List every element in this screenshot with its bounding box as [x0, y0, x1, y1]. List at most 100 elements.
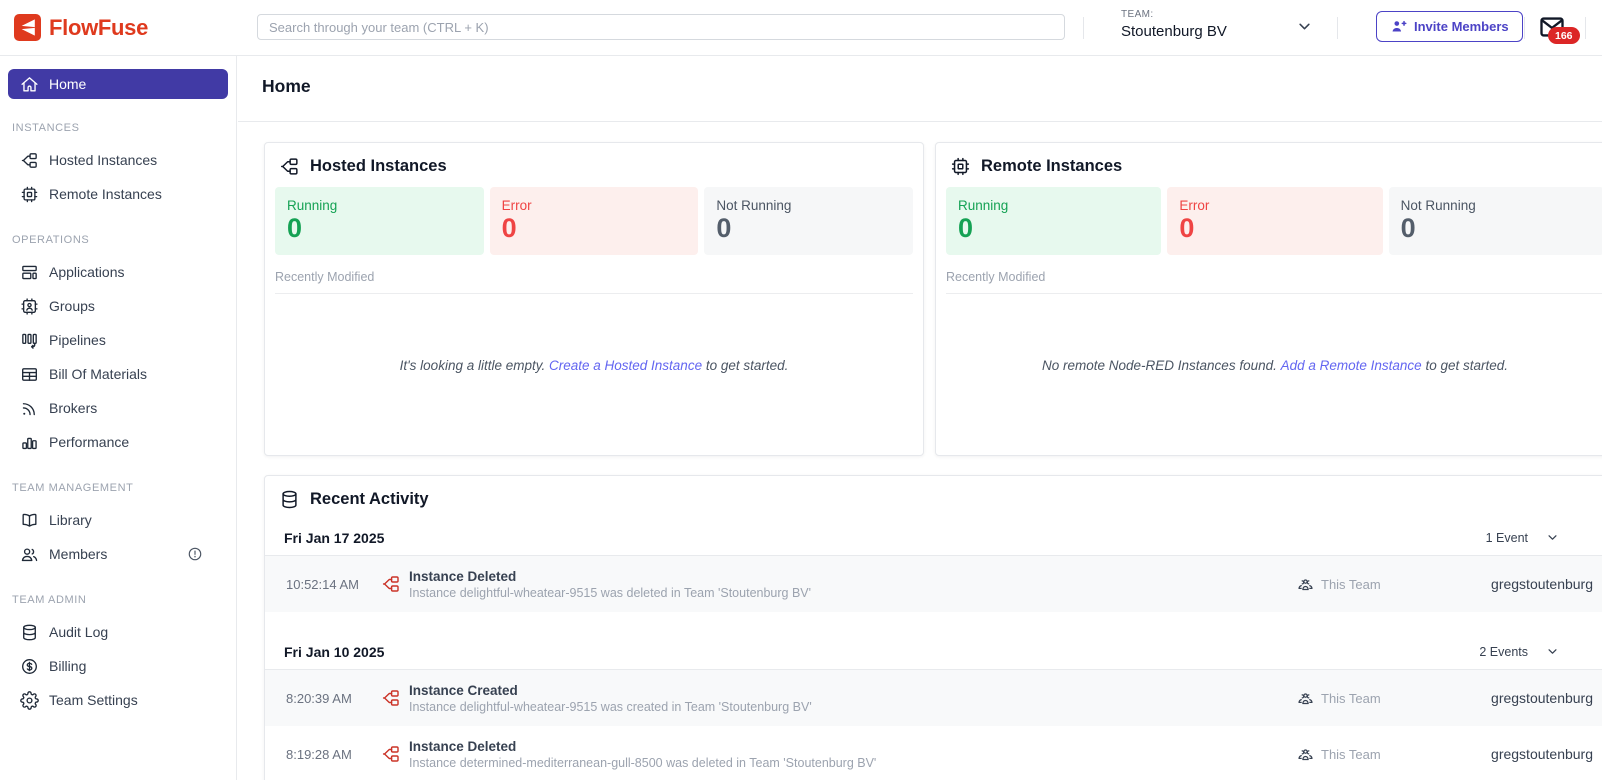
sidebar-item-label: Remote Instances [49, 186, 162, 202]
team-settings-icon [20, 690, 39, 710]
stat-not-running: Not Running 0 [1388, 187, 1602, 255]
event-scope-label: This Team [1321, 576, 1381, 592]
stat-value: 0 [716, 213, 732, 243]
event-description: Instance delightful-wheatear-9515 was de… [409, 585, 812, 600]
event-time: 8:19:28 AM [286, 746, 352, 762]
activity-event-row: 8:19:28 AM Instance Deleted Instance det… [265, 726, 1602, 780]
sidebar-item-label: Pipelines [49, 332, 106, 348]
sidebar-item-applications[interactable]: Applications [8, 255, 228, 289]
stat-label: Running [958, 198, 1009, 213]
sidebar-item-home[interactable]: Home [8, 69, 228, 99]
recently-modified-label: Recently Modified [275, 270, 913, 294]
event-scope-label: This Team [1321, 690, 1381, 706]
stat-error: Error 0 [489, 187, 699, 255]
team-selector[interactable]: TEAM: Stoutenburg BV [1121, 9, 1227, 40]
event-description: Instance determined-mediterranean-gull-8… [409, 755, 877, 770]
activity-event-row: 8:20:39 AM Instance Created Instance del… [265, 670, 1602, 726]
sidebar-item-label: Brokers [49, 400, 98, 416]
stat-value: 0 [1400, 213, 1416, 243]
pipelines-icon [20, 331, 39, 350]
stat-value: 0 [1179, 213, 1195, 243]
sidebar-item-library[interactable]: Library [8, 503, 228, 537]
event-time: 10:52:14 AM [286, 576, 359, 592]
activity-group-header: Fri Jan 10 2025 2 Events [265, 634, 1602, 670]
stat-label: Error [501, 198, 532, 213]
recent-activity-icon [279, 489, 300, 510]
stat-label: Error [1179, 198, 1210, 213]
recent-activity-card: Recent Activity Fri Jan 17 2025 1 Event … [264, 475, 1602, 780]
sidebar-item-members[interactable]: Members [8, 537, 228, 571]
empty-state: No remote Node-RED Instances found. Add … [936, 294, 1602, 436]
stat-value: 0 [958, 213, 974, 243]
hosted-instances-icon [20, 151, 39, 170]
card-title: Hosted Instances [310, 157, 447, 175]
bill-of-materials-icon [20, 365, 39, 384]
sidebar-item-pipelines[interactable]: Pipelines [8, 323, 228, 357]
sidebar-item-performance[interactable]: Performance [8, 425, 228, 459]
event-title: Instance Created [409, 682, 518, 698]
event-time: 8:20:39 AM [286, 690, 352, 706]
sidebar-section: INSTANCES Hosted Instances Remote Instan… [8, 122, 228, 211]
card-header: Hosted Instances [265, 143, 923, 187]
stat-value: 0 [501, 213, 517, 243]
brokers-icon [20, 399, 39, 418]
header-divider [1585, 17, 1586, 39]
sidebar-item-label: Audit Log [49, 624, 109, 640]
chevron-down-icon[interactable] [1545, 530, 1560, 545]
sidebar-item-audit-log[interactable]: Audit Log [8, 615, 228, 649]
card-title: Remote Instances [981, 157, 1123, 175]
sidebar-section-title: INSTANCES [12, 122, 80, 134]
invite-members-button[interactable]: Invite Members [1376, 11, 1523, 42]
stat-running: Running 0 [946, 187, 1162, 255]
stat-not-running: Not Running 0 [704, 187, 914, 255]
chevron-down-icon[interactable] [1295, 17, 1314, 36]
stats-row: Running 0 Error 0 Not Running 0 [936, 187, 1602, 255]
add-remote-instance-link[interactable]: Add a Remote Instance [1281, 358, 1422, 373]
recently-modified-label: Recently Modified [946, 270, 1602, 294]
search-input[interactable] [257, 14, 1065, 40]
empty-text: No remote Node-RED Instances found. [1041, 357, 1281, 373]
notification-badge: 166 [1548, 27, 1580, 44]
flowfuse-logo[interactable]: FlowFuse [14, 14, 148, 41]
card-title: Recent Activity [310, 490, 429, 508]
sidebar-item-billing[interactable]: Billing [8, 649, 228, 683]
invite-members-label: Invite Members [1414, 19, 1509, 34]
sidebar-item-hosted-instances[interactable]: Hosted Instances [8, 143, 228, 177]
chevron-down-icon[interactable] [1545, 644, 1560, 659]
sidebar-item-label: Team Settings [49, 692, 138, 708]
header-divider [1337, 17, 1338, 39]
team-label: TEAM: [1121, 9, 1154, 20]
remote-instances-card: Remote Instances Running 0 Error 0 Not R… [935, 142, 1602, 456]
alert-icon [187, 546, 203, 562]
team-icon [1297, 576, 1314, 593]
sidebar-item-label: Groups [49, 298, 95, 314]
sidebar-item-label: Performance [49, 434, 130, 450]
event-user: gregstoutenburg [1491, 690, 1593, 706]
event-title: Instance Deleted [409, 568, 517, 584]
sidebar-section-title: TEAM ADMIN [12, 594, 87, 606]
card-header: Remote Instances [936, 143, 1602, 187]
stat-label: Running [287, 198, 338, 213]
top-bar: FlowFuse TEAM: Stoutenburg BV Invite Mem… [0, 0, 1602, 56]
sidebar-section: OPERATIONS Applications Groups Pipelines… [8, 234, 228, 459]
stat-error: Error 0 [1167, 187, 1383, 255]
page-title: Home [262, 76, 311, 96]
create-hosted-instance-link[interactable]: Create a Hosted Instance [549, 358, 702, 373]
event-user: gregstoutenburg [1491, 576, 1593, 592]
performance-icon [20, 433, 39, 452]
audit-log-icon [20, 623, 39, 642]
stat-label: Not Running [716, 198, 792, 213]
event-count: 2 Events [1479, 644, 1528, 659]
event-scope-label: This Team [1321, 746, 1381, 762]
team-icon [1297, 746, 1314, 763]
header-divider [1524, 17, 1525, 39]
sidebar-item-bill-of-materials[interactable]: Bill Of Materials [8, 357, 228, 391]
sidebar-item-team-settings[interactable]: Team Settings [8, 683, 228, 717]
activity-group-header: Fri Jan 17 2025 1 Event [265, 520, 1602, 556]
user-plus-icon [1390, 18, 1407, 35]
sidebar-item-label: Library [49, 512, 92, 528]
sidebar-item-brokers[interactable]: Brokers [8, 391, 228, 425]
sidebar-item-groups[interactable]: Groups [8, 289, 228, 323]
sidebar-item-remote-instances[interactable]: Remote Instances [8, 177, 228, 211]
instance-icon [381, 688, 401, 708]
